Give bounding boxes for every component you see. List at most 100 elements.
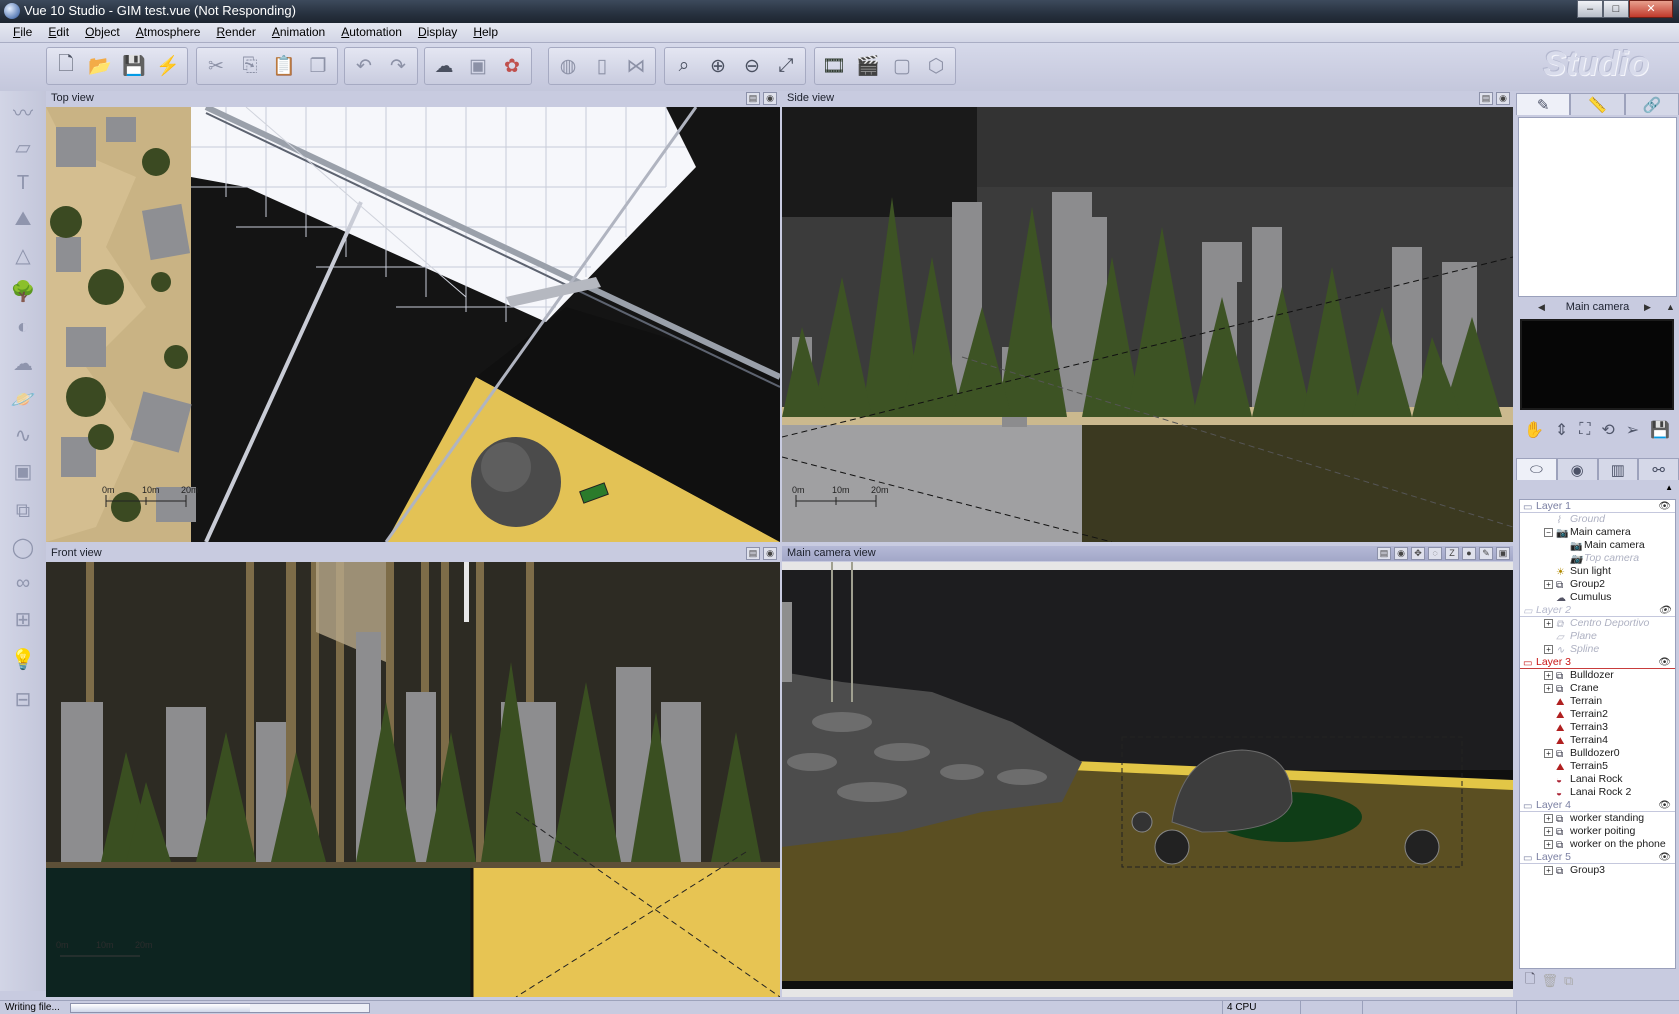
tree-item[interactable]: 📷 Main camera bbox=[1520, 539, 1675, 552]
move-vertical-icon[interactable]: ⇕ bbox=[1555, 420, 1568, 440]
object-properties-icon[interactable]: ⬡ bbox=[920, 50, 952, 82]
tree-item[interactable]: ◒ Lanai Rock bbox=[1520, 773, 1675, 786]
tree-item[interactable]: + ∿ Spline bbox=[1520, 643, 1675, 656]
tree-item[interactable]: + ⧉ worker standing bbox=[1520, 812, 1675, 825]
tree-item[interactable]: ▱ Plane bbox=[1520, 630, 1675, 643]
tree-item[interactable]: + ⧉ worker on the phone bbox=[1520, 838, 1675, 851]
expand-icon[interactable]: − bbox=[1544, 528, 1553, 537]
menu-atmosphere[interactable]: Atmosphere bbox=[129, 23, 210, 42]
next-camera-icon[interactable]: ▶ bbox=[1644, 299, 1651, 315]
link-icon[interactable]: 🔗 bbox=[1624, 93, 1679, 115]
hyperblob-icon[interactable]: ⊟ bbox=[7, 683, 39, 715]
tree-item[interactable]: ⛰ Terrain4 bbox=[1520, 734, 1675, 747]
viewport-options-icon[interactable]: ▤ bbox=[1377, 547, 1391, 560]
new-document-icon[interactable]: 🗋 bbox=[50, 50, 82, 82]
camera-view-canvas[interactable] bbox=[782, 562, 1513, 997]
expand-icon[interactable]: + bbox=[1544, 684, 1553, 693]
links-icon[interactable]: ▥ bbox=[1597, 458, 1639, 480]
tree-layer[interactable]: ▭ Layer 1 👁 bbox=[1520, 500, 1675, 513]
objects-icon[interactable]: ⬭ bbox=[1516, 458, 1557, 480]
filters-icon[interactable]: ⚯ bbox=[1638, 458, 1679, 480]
tree-item[interactable]: + ⧉ Bulldozer0 bbox=[1520, 747, 1675, 760]
tree-item[interactable]: 📷 Top camera bbox=[1520, 552, 1675, 565]
tree-item[interactable]: + ⧉ Crane bbox=[1520, 682, 1675, 695]
menu-edit[interactable]: Edit bbox=[41, 23, 78, 42]
menu-display[interactable]: Display bbox=[411, 23, 466, 42]
flip-icon[interactable]: ⋈ bbox=[620, 50, 652, 82]
menu-automation[interactable]: Automation bbox=[334, 23, 411, 42]
save-icon[interactable]: 💾 bbox=[118, 50, 150, 82]
group-icon[interactable]: ⧉ bbox=[7, 495, 39, 527]
expand-icon[interactable]: + bbox=[1544, 580, 1553, 589]
plane-icon[interactable]: ▱ bbox=[7, 131, 39, 163]
viewport-options-icon[interactable]: ▤ bbox=[746, 547, 760, 560]
world-browser-tree[interactable]: ▭ Layer 1 👁 ⌇ Ground − 📷 Main camera 📷 Main camer… bbox=[1519, 499, 1676, 969]
tree-item[interactable]: ◒ Lanai Rock 2 bbox=[1520, 786, 1675, 799]
expand-icon[interactable]: + bbox=[1544, 749, 1553, 758]
maximize-button[interactable]: □ bbox=[1603, 0, 1629, 18]
brush-icon[interactable]: ✎ bbox=[1479, 547, 1493, 560]
viewport-options-icon[interactable]: ▤ bbox=[746, 92, 760, 105]
expand-icon[interactable]: + bbox=[1544, 827, 1553, 836]
text-tool-icon[interactable]: T bbox=[7, 167, 39, 199]
menu-render[interactable]: Render bbox=[209, 23, 264, 42]
tree-item[interactable]: ⛰ Terrain3 bbox=[1520, 721, 1675, 734]
tree-item[interactable]: ☁ Cumulus bbox=[1520, 591, 1675, 604]
expand-icon[interactable]: + bbox=[1544, 814, 1553, 823]
camera-icon[interactable]: ◉ bbox=[1394, 547, 1408, 560]
tree-icon[interactable]: 🌳 bbox=[7, 275, 39, 307]
orbit-icon[interactable]: ◌ bbox=[1428, 547, 1442, 560]
tree-item[interactable]: + ⧉ Group3 bbox=[1520, 864, 1675, 877]
top-viewport[interactable]: Top view ▤ ◉ 0m 10m 20m bbox=[46, 91, 780, 542]
camera-icon[interactable]: ◉ bbox=[763, 92, 777, 105]
planet-icon[interactable]: 🪐 bbox=[7, 383, 39, 415]
previous-camera-icon[interactable]: ◀ bbox=[1538, 299, 1545, 315]
menu-help[interactable]: Help bbox=[466, 23, 507, 42]
camera-icon[interactable]: ◉ bbox=[1496, 92, 1510, 105]
render-film-icon[interactable]: 🎞 bbox=[818, 50, 850, 82]
materials-icon[interactable]: ◉ bbox=[1556, 458, 1598, 480]
menu-animation[interactable]: Animation bbox=[265, 23, 334, 42]
viewport-options-icon[interactable]: ▤ bbox=[1479, 92, 1493, 105]
expand-icon[interactable]: + bbox=[1544, 619, 1553, 628]
cut-icon[interactable]: ✂ bbox=[200, 50, 232, 82]
sphere-icon[interactable]: ● bbox=[1462, 547, 1476, 560]
side-view-canvas[interactable]: 0m 10m 20m bbox=[782, 107, 1513, 542]
menu-object[interactable]: Object bbox=[78, 23, 129, 42]
load-atmosphere-icon[interactable]: ☁ bbox=[428, 50, 460, 82]
eye-icon[interactable]: 👁 bbox=[1658, 799, 1671, 812]
redo-icon[interactable]: ↷ bbox=[382, 50, 414, 82]
paste-icon[interactable]: 📋 bbox=[268, 50, 300, 82]
expand-icon[interactable]: + bbox=[1544, 671, 1553, 680]
maximize-viewport-icon[interactable]: ▣ bbox=[1496, 547, 1510, 560]
eye-icon[interactable]: 👁 bbox=[1658, 500, 1671, 513]
scroll-up-icon[interactable]: ▲ bbox=[1665, 483, 1673, 492]
menu-file[interactable]: File bbox=[6, 23, 41, 42]
brush-icon[interactable]: ✎ bbox=[1516, 93, 1571, 115]
metablob-icon[interactable]: ∞ bbox=[7, 567, 39, 599]
boolean-icon[interactable]: ⊞ bbox=[7, 603, 39, 635]
ruler-icon[interactable]: 📏 bbox=[1570, 93, 1625, 115]
tree-item[interactable]: + ⧉ Bulldozer bbox=[1520, 669, 1675, 682]
symmetric-terrain-icon[interactable]: △ bbox=[7, 239, 39, 271]
side-viewport[interactable]: Side view ▤ ◉ 0m 10m 20m bbox=[782, 91, 1513, 542]
tree-item[interactable]: ⌇ Ground bbox=[1520, 513, 1675, 526]
save-incremental-icon[interactable]: ⚡ bbox=[152, 50, 184, 82]
tree-item[interactable]: ⛰ Terrain2 bbox=[1520, 708, 1675, 721]
spline-icon[interactable]: ∿ bbox=[7, 419, 39, 451]
zoom-in-icon[interactable]: ⊕ bbox=[702, 50, 734, 82]
zoom-fit-icon[interactable]: ⤢ bbox=[770, 50, 802, 82]
wave-icon[interactable]: 〰 bbox=[7, 95, 39, 127]
zoom-icon[interactable]: Z bbox=[1445, 547, 1459, 560]
minimize-button[interactable]: – bbox=[1577, 0, 1603, 18]
undo-icon[interactable]: ↶ bbox=[348, 50, 380, 82]
tree-layer[interactable]: ▭ Layer 2 👁 bbox=[1520, 604, 1675, 617]
eye-icon[interactable]: 👁 bbox=[1658, 604, 1671, 617]
eye-icon[interactable]: 👁 bbox=[1658, 656, 1671, 669]
expand-icon[interactable]: + bbox=[1544, 840, 1553, 849]
open-folder-icon[interactable]: 📂 bbox=[84, 50, 116, 82]
camera-icon[interactable]: ◉ bbox=[763, 547, 777, 560]
cloud-icon[interactable]: ☁ bbox=[7, 347, 39, 379]
material-icon[interactable]: ✿ bbox=[496, 50, 528, 82]
tree-layer[interactable]: ▭ Layer 4 👁 bbox=[1520, 799, 1675, 812]
